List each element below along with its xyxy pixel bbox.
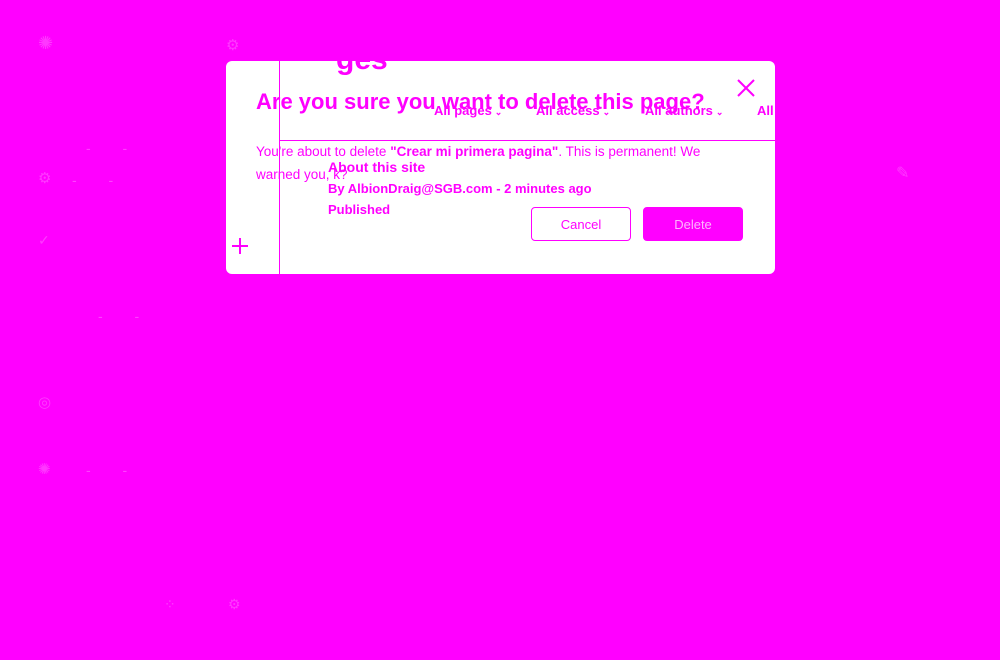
- close-button[interactable]: [735, 77, 757, 99]
- grid-icon: ⁘: [164, 596, 176, 612]
- divider-dash: - -: [72, 172, 128, 188]
- filter-all[interactable]: All: [757, 103, 774, 118]
- page-name: "Crear mi primera pagina": [390, 144, 559, 159]
- dialog-message-prefix: You're about to delete: [256, 144, 391, 159]
- sun-icon: ✺: [38, 33, 54, 53]
- chevron-down-icon: ⌄: [715, 107, 724, 117]
- divider-dash: - -: [98, 308, 154, 324]
- filter-label: All: [757, 103, 774, 118]
- page-heading-peek: ges: [336, 61, 388, 77]
- close-icon: [737, 79, 755, 97]
- delete-page-dialog: ges All pages⌄ All access⌄ All authors⌄ …: [226, 61, 775, 274]
- globe-icon: ◎: [38, 394, 52, 411]
- settings-icon: ⚙: [38, 170, 52, 187]
- gear-icon: ⚙: [226, 37, 240, 54]
- gear-bottom-icon: ⚙: [228, 596, 241, 612]
- plus-icon[interactable]: [230, 236, 250, 256]
- delete-button[interactable]: Delete: [643, 207, 743, 241]
- dialog-message: You're about to delete "Crear mi primera…: [256, 140, 736, 186]
- dialog-title: Are you sure you want to delete this pag…: [256, 89, 705, 114]
- divider-dash: - -: [86, 140, 142, 156]
- sun-small-icon: ✺: [38, 461, 51, 478]
- pencil-icon: ✎: [896, 165, 910, 182]
- divider-dash: - -: [86, 462, 142, 478]
- cancel-button[interactable]: Cancel: [531, 207, 631, 241]
- check-icon: ✓: [38, 232, 50, 248]
- page-card-status: Published: [328, 202, 391, 217]
- app-page: ✺ ⚙ ⚙ ✓ ✎ ◎ ✺ ⁘ ⚙ - - - - - - - - ges Al…: [0, 0, 1000, 660]
